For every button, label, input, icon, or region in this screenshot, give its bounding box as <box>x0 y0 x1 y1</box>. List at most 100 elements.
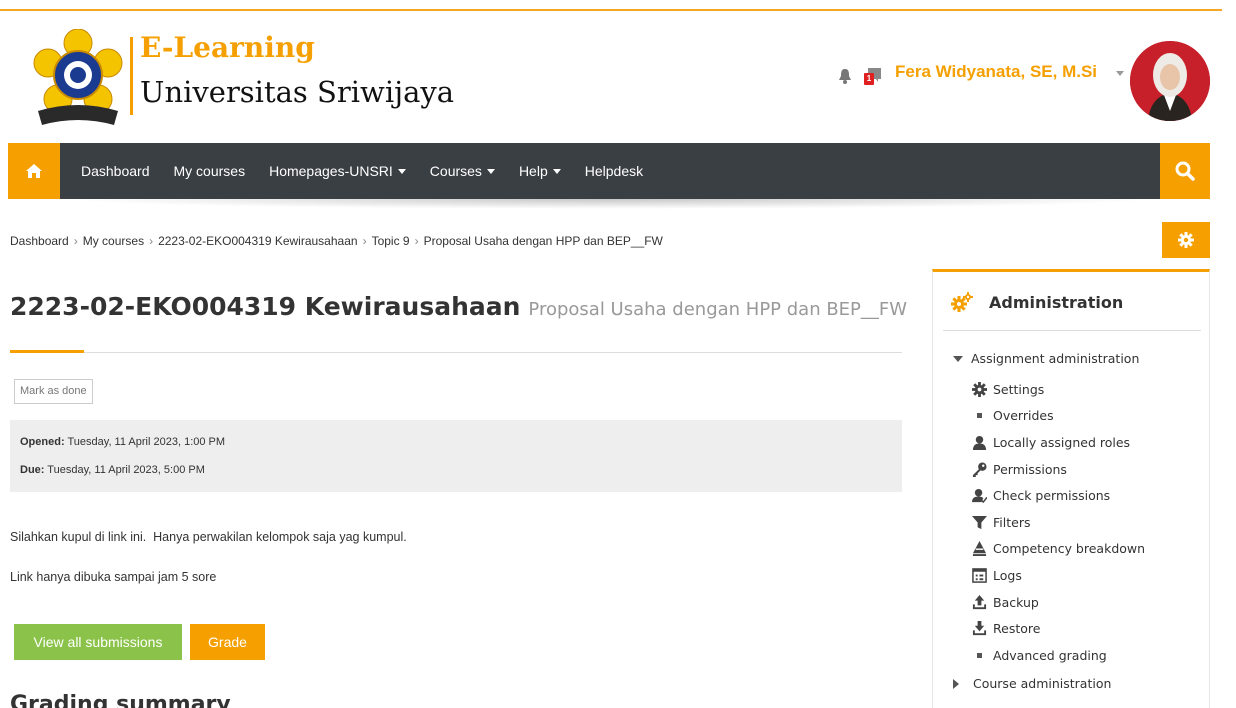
breadcrumb-my-courses[interactable]: My courses <box>83 234 144 248</box>
user-menu-name[interactable]: Fera Widyanata, SE, M.Si <box>895 62 1097 82</box>
chevron-down-icon[interactable] <box>1116 71 1124 76</box>
home-button[interactable] <box>8 143 60 199</box>
breadcrumb-activity[interactable]: Proposal Usaha dengan HPP dan BEP__FW <box>424 234 663 248</box>
cogs-icon <box>951 292 973 312</box>
admin-item-backup[interactable]: Backup <box>971 589 1145 616</box>
nav-helpdesk[interactable]: Helpdesk <box>582 163 646 179</box>
bullet-icon <box>971 647 987 663</box>
grading-summary-heading: Grading summary <box>10 692 231 708</box>
brand-divider <box>130 37 133 115</box>
collapsed-caret-icon <box>953 678 959 689</box>
admin-item-settings[interactable]: Settings <box>971 376 1145 403</box>
admin-item-advanced-grading[interactable]: Advanced grading <box>971 642 1145 669</box>
nav-homepages-unsri[interactable]: Homepages-UNSRI <box>266 163 409 179</box>
breadcrumb: Dashboard › My courses › 2223-02-EKO004319 K… <box>10 234 663 248</box>
nav-homepages-label: Homepages-UNSRI <box>269 163 393 179</box>
competency-icon <box>971 541 987 557</box>
user-check-icon <box>971 488 987 504</box>
breadcrumb-separator: › <box>362 234 367 248</box>
breadcrumb-topic[interactable]: Topic 9 <box>372 234 410 248</box>
admin-item-check-permissions[interactable]: Check permissions <box>971 482 1145 509</box>
user-icon <box>971 434 987 450</box>
admin-item-label: Advanced grading <box>993 647 1107 663</box>
admin-item-label: Logs <box>993 567 1022 583</box>
logs-icon <box>971 567 987 583</box>
assignment-administration-node[interactable]: Assignment administration <box>953 351 1139 366</box>
view-all-submissions-button[interactable]: View all submissions <box>14 624 182 660</box>
title-accent <box>10 350 84 353</box>
site-header: E-Learning Universitas Sriwijaya 1 Fera … <box>0 11 1236 143</box>
administration-block: Administration Assignment administration… <box>932 269 1210 708</box>
nav-help-label: Help <box>518 163 548 179</box>
admin-item-label: Backup <box>993 594 1039 610</box>
nav-my-courses[interactable]: My courses <box>171 163 249 179</box>
main-navbar: Dashboard My courses Homepages-UNSRI Cou… <box>8 143 1210 199</box>
home-icon <box>26 164 42 178</box>
nav-my-courses-label: My courses <box>173 163 246 179</box>
breadcrumb-separator: › <box>73 234 78 248</box>
admin-item-locally-assigned-roles[interactable]: Locally assigned roles <box>971 429 1145 456</box>
nav-dashboard-label: Dashboard <box>81 163 150 179</box>
avatar[interactable] <box>1130 41 1210 121</box>
breadcrumb-separator: › <box>414 234 419 248</box>
download-icon <box>971 621 987 637</box>
caret-down-icon <box>552 168 561 174</box>
bullet-icon <box>971 408 987 424</box>
intro-text-1: Silahkan kupul di link ini. Hanya perwak… <box>10 530 407 544</box>
course-name: 2223-02-EKO004319 Kewirausahaan <box>10 292 521 321</box>
admin-item-permissions[interactable]: Permissions <box>971 456 1145 483</box>
admin-item-competency-breakdown[interactable]: Competency breakdown <box>971 536 1145 563</box>
admin-item-label: Filters <box>993 514 1031 530</box>
messages-icon[interactable]: 1 <box>862 68 882 85</box>
nav-dashboard[interactable]: Dashboard <box>78 163 153 179</box>
due-value: Tuesday, 11 April 2023, 5:00 PM <box>44 464 205 476</box>
breadcrumb-course[interactable]: 2223-02-EKO004319 Kewirausahaan <box>158 234 357 248</box>
admin-item-filters[interactable]: Filters <box>971 509 1145 536</box>
filter-icon <box>971 514 987 530</box>
due-date: Due: Tuesday, 11 April 2023, 5:00 PM <box>20 464 892 492</box>
nav-courses[interactable]: Courses <box>427 163 498 179</box>
opened-date: Opened: Tuesday, 11 April 2023, 1:00 PM <box>20 436 892 464</box>
mark-as-done-button[interactable]: Mark as done <box>14 379 93 404</box>
navbar-shadow <box>60 199 1160 209</box>
expanded-caret-icon <box>953 355 963 362</box>
course-administration-label: Course administration <box>973 676 1112 691</box>
course-administration-node[interactable]: Course administration <box>953 676 1111 691</box>
admin-item-label: Settings <box>993 381 1045 397</box>
caret-down-icon <box>397 168 406 174</box>
due-label: Due: <box>20 464 45 476</box>
administration-title: Administration <box>989 292 1124 312</box>
page-settings-button[interactable] <box>1162 222 1210 258</box>
admin-tree: Settings Overrides Locally assigned role… <box>971 376 1145 669</box>
breadcrumb-dashboard[interactable]: Dashboard <box>10 234 69 248</box>
opened-value: Tuesday, 11 April 2023, 1:00 PM <box>64 436 226 448</box>
search-button[interactable] <box>1160 143 1210 199</box>
admin-item-label: Permissions <box>993 461 1067 477</box>
grade-button[interactable]: Grade <box>190 624 265 660</box>
nav-help[interactable]: Help <box>516 163 564 179</box>
opened-label: Opened: <box>20 436 65 448</box>
admin-item-label: Check permissions <box>993 488 1111 504</box>
admin-item-label: Competency breakdown <box>993 541 1146 557</box>
title-divider <box>10 352 902 353</box>
admin-item-overrides[interactable]: Overrides <box>971 403 1145 430</box>
admin-item-logs[interactable]: Logs <box>971 562 1145 589</box>
university-logo[interactable] <box>30 28 126 129</box>
activity-dates: Opened: Tuesday, 11 April 2023, 1:00 PM … <box>10 420 902 492</box>
caret-down-icon <box>486 168 495 174</box>
admin-item-restore[interactable]: Restore <box>971 615 1145 642</box>
admin-divider <box>943 330 1201 331</box>
admin-item-label: Overrides <box>993 408 1054 424</box>
page-title: 2223-02-EKO004319 Kewirausahaan Proposal … <box>10 292 907 321</box>
assignment-administration-label: Assignment administration <box>971 351 1140 366</box>
gear-icon <box>971 381 987 397</box>
upload-icon <box>971 594 987 610</box>
nav-helpdesk-label: Helpdesk <box>584 163 644 179</box>
bell-icon[interactable] <box>838 68 852 84</box>
brand-subtitle: Universitas Sriwijaya <box>140 75 455 109</box>
gear-icon <box>1178 232 1194 248</box>
admin-item-label: Restore <box>993 621 1041 637</box>
search-icon <box>1175 161 1195 181</box>
brand-title: E-Learning <box>140 31 315 64</box>
nav-courses-label: Courses <box>429 163 482 179</box>
